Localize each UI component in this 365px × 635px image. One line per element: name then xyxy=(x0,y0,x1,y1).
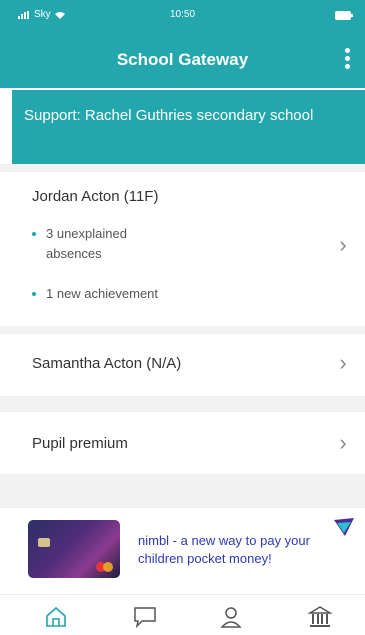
nav-profile[interactable] xyxy=(216,603,246,631)
nav-bank[interactable] xyxy=(305,603,335,631)
alert-item: 3 unexplained absences xyxy=(32,224,172,264)
menu-dot-icon xyxy=(344,63,350,69)
student-card-jordan[interactable]: Jordan Acton (11F) 3 unexplained absence… xyxy=(12,172,365,326)
nav-home[interactable] xyxy=(41,603,71,631)
home-icon xyxy=(46,606,66,627)
pupil-premium-label: Pupil premium xyxy=(32,435,128,452)
divider xyxy=(0,474,365,508)
bottom-nav xyxy=(0,594,365,635)
nimbl-ad-banner[interactable]: nimbl - a new way to pay your children p… xyxy=(0,508,365,594)
alert-text: 3 unexplained absences xyxy=(46,226,127,261)
alert-text: 1 new achievement xyxy=(46,286,159,301)
bullet-icon xyxy=(32,232,36,236)
divider xyxy=(0,326,365,334)
menu-dot-icon xyxy=(344,55,350,61)
card-image xyxy=(28,520,120,578)
divider xyxy=(0,164,365,172)
chat-icon xyxy=(134,607,156,629)
pupil-premium-row[interactable]: Pupil premium › xyxy=(12,412,365,474)
battery-icon xyxy=(335,11,353,20)
banner-text: nimbl - a new way to pay your children p… xyxy=(138,533,310,566)
app-bar: School Gateway xyxy=(0,30,365,88)
student-card-samantha[interactable]: Samantha Acton (N/A) › xyxy=(12,334,365,396)
chevron-right-icon: › xyxy=(339,430,347,455)
student-name: Samantha Acton (N/A) xyxy=(32,355,182,372)
alert-item: 1 new achievement xyxy=(32,284,252,304)
profile-icon xyxy=(220,607,242,628)
nimbl-logo-icon xyxy=(334,518,354,536)
bullet-icon xyxy=(32,292,36,296)
support-text: Support: Rachel Guthries secondary schoo… xyxy=(24,107,314,124)
divider xyxy=(0,396,365,412)
status-time: 10:50 xyxy=(169,9,196,20)
mastercard-icon xyxy=(103,562,113,572)
page-title: School Gateway xyxy=(116,50,249,69)
nav-messages[interactable] xyxy=(130,603,160,631)
bank-icon xyxy=(307,606,333,627)
menu-dot-icon xyxy=(344,47,350,53)
student-name: Jordan Acton (11F) xyxy=(32,188,159,205)
more-menu-button[interactable] xyxy=(339,42,355,74)
chevron-right-icon: › xyxy=(339,232,347,257)
status-bar: Sky 10:50 xyxy=(0,0,365,30)
chevron-right-icon: › xyxy=(339,350,347,375)
chip-icon xyxy=(38,538,50,547)
support-banner[interactable]: Support: Rachel Guthries secondary schoo… xyxy=(12,90,365,164)
